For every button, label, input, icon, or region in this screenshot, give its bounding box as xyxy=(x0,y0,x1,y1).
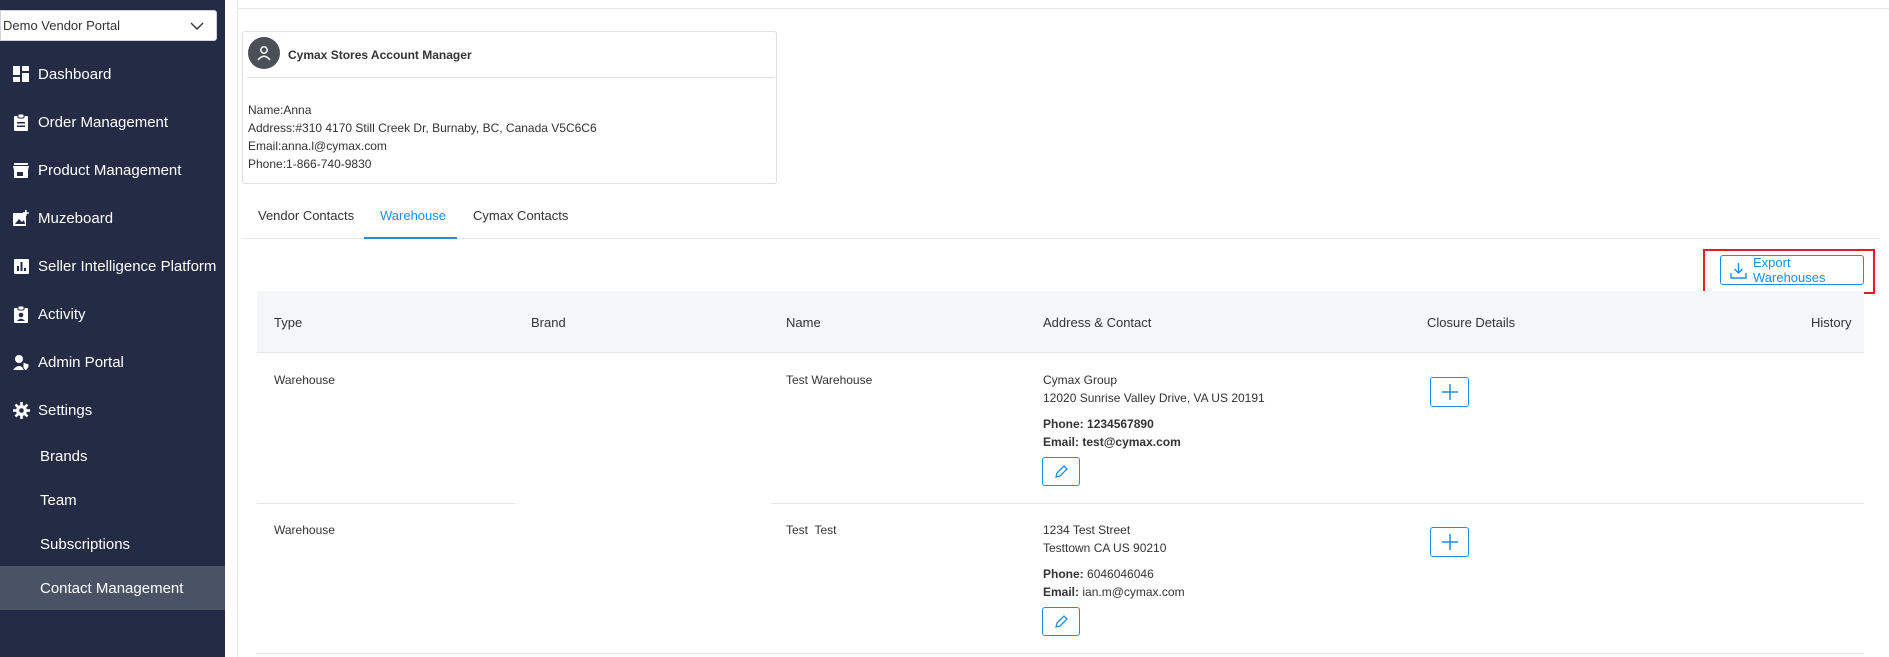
row-divider xyxy=(257,503,515,504)
sidebar-item-label: Seller Intelligence Platform xyxy=(38,257,217,275)
pencil-icon xyxy=(1055,464,1068,478)
table-header: Type Brand Name Address & Contact Closur… xyxy=(257,291,1864,353)
row-email-value: ian.m@cymax.com xyxy=(1082,585,1185,599)
sidebar-subitem-label: Team xyxy=(40,491,77,509)
row-email-value: test@cymax.com xyxy=(1082,435,1181,449)
sidebar-subitem-label: Brands xyxy=(40,447,88,465)
column-header-history: History xyxy=(1811,315,1852,330)
tab-warehouse[interactable]: Warehouse xyxy=(380,208,446,239)
sidebar-item-label: Muzeboard xyxy=(38,209,114,227)
edit-warehouse-button[interactable] xyxy=(1042,457,1080,486)
column-header-type: Type xyxy=(274,315,303,330)
edit-warehouse-button[interactable] xyxy=(1042,607,1080,636)
row-divider xyxy=(771,503,1864,504)
sidebar-item-order-management[interactable]: Order Management xyxy=(0,102,225,142)
download-icon xyxy=(1730,263,1747,279)
sidebar-item-dashboard[interactable]: Dashboard xyxy=(0,54,225,94)
row-address-line2: 12020 Sunrise Valley Drive, VA US 20191 xyxy=(1043,391,1265,405)
export-warehouses-label: Export Warehouses xyxy=(1753,255,1826,285)
row-address-line2: Testtown CA US 90210 xyxy=(1043,541,1167,555)
manager-phone: Phone:1-866-740-9830 xyxy=(248,157,372,171)
contact-tabs: Vendor Contacts Warehouse Cymax Contacts xyxy=(242,200,1879,239)
sidebar-subitem-brands[interactable]: Brands xyxy=(0,434,225,478)
column-header-name: Name xyxy=(786,315,821,330)
sidebar-subitem-subscriptions[interactable]: Subscriptions xyxy=(0,522,225,566)
column-header-brand: Brand xyxy=(531,315,566,330)
row-phone: Phone: 1234567890 xyxy=(1043,417,1154,431)
row-phone: Phone: 6046046046 xyxy=(1043,567,1154,581)
sidebar-item-settings[interactable]: Settings xyxy=(0,390,225,430)
sidebar: Demo Vendor Portal Dashboard Order Manag… xyxy=(0,0,225,657)
row-phone-value: 6046046046 xyxy=(1087,567,1154,581)
person-badge-icon xyxy=(12,305,30,323)
add-closure-button[interactable] xyxy=(1430,377,1469,407)
sidebar-item-label: Product Management xyxy=(38,161,182,179)
row-phone-value: 1234567890 xyxy=(1087,417,1154,431)
row-name: Test Test xyxy=(786,523,837,537)
manager-address: Address:#310 4170 Still Creek Dr, Burnab… xyxy=(248,121,597,135)
row-address-line1: Cymax Group xyxy=(1043,373,1118,387)
account-manager-title: Cymax Stores Account Manager xyxy=(288,48,472,62)
manager-name: Name:Anna xyxy=(248,103,312,117)
bar-chart-icon xyxy=(12,257,30,275)
sidebar-item-activity[interactable]: Activity xyxy=(0,294,225,334)
store-icon xyxy=(12,161,30,179)
pencil-icon xyxy=(1055,614,1068,628)
user-avatar-icon xyxy=(248,37,280,69)
tab-cymax-contacts[interactable]: Cymax Contacts xyxy=(473,208,568,239)
top-divider xyxy=(237,8,1889,9)
column-header-address-contact: Address & Contact xyxy=(1043,315,1152,330)
sidebar-item-label: Activity xyxy=(38,305,86,323)
sidebar-item-label: Admin Portal xyxy=(38,353,124,371)
plus-icon xyxy=(1441,534,1458,550)
export-warehouses-button[interactable]: Export Warehouses xyxy=(1720,255,1864,285)
account-manager-card: Cymax Stores Account Manager Name:Anna A… xyxy=(242,31,777,184)
chevron-down-icon xyxy=(190,22,204,30)
row-name: Test Warehouse xyxy=(786,373,873,387)
tab-vendor-contacts[interactable]: Vendor Contacts xyxy=(258,208,354,239)
row-email-label: Email: xyxy=(1043,585,1080,599)
shield-person-icon xyxy=(12,353,30,371)
content-left-border xyxy=(237,0,238,657)
clipboard-icon xyxy=(12,113,30,131)
sidebar-subitem-label: Contact Management xyxy=(40,579,184,597)
add-closure-button[interactable] xyxy=(1430,527,1469,557)
manager-email: Email:anna.l@cymax.com xyxy=(248,139,387,153)
dashboard-icon xyxy=(12,65,30,83)
vendor-portal-select-value: Demo Vendor Portal xyxy=(3,18,121,33)
sidebar-subitem-team[interactable]: Team xyxy=(0,478,225,522)
row-phone-label: Phone: xyxy=(1043,567,1084,581)
card-divider xyxy=(247,77,774,78)
sidebar-item-label: Dashboard xyxy=(38,65,112,83)
row-email-label: Email: xyxy=(1043,435,1080,449)
image-add-icon xyxy=(12,209,30,227)
row-divider xyxy=(257,653,1864,654)
sidebar-item-label: Order Management xyxy=(38,113,169,131)
plus-icon xyxy=(1441,384,1458,400)
vendor-portal-select[interactable]: Demo Vendor Portal xyxy=(0,10,217,41)
row-type: Warehouse xyxy=(274,373,335,387)
row-phone-label: Phone: xyxy=(1043,417,1084,431)
active-tab-indicator xyxy=(364,237,457,239)
sidebar-item-label: Settings xyxy=(38,401,93,419)
row-email: Email: test@cymax.com xyxy=(1043,435,1181,449)
sidebar-item-seller-intelligence-platform[interactable]: Seller Intelligence Platform xyxy=(0,246,225,286)
column-header-closure-details: Closure Details xyxy=(1427,315,1516,330)
row-type: Warehouse xyxy=(274,523,335,537)
row-address-line1: 1234 Test Street xyxy=(1043,523,1131,537)
sidebar-item-muzeboard[interactable]: Muzeboard xyxy=(0,198,225,238)
sidebar-subitem-contact-management[interactable]: Contact Management xyxy=(0,566,225,610)
sidebar-subitem-label: Subscriptions xyxy=(40,535,131,553)
gear-icon xyxy=(12,401,30,419)
sidebar-item-admin-portal[interactable]: Admin Portal xyxy=(0,342,225,382)
sidebar-item-product-management[interactable]: Product Management xyxy=(0,150,225,190)
row-email: Email: ian.m@cymax.com xyxy=(1043,585,1185,599)
